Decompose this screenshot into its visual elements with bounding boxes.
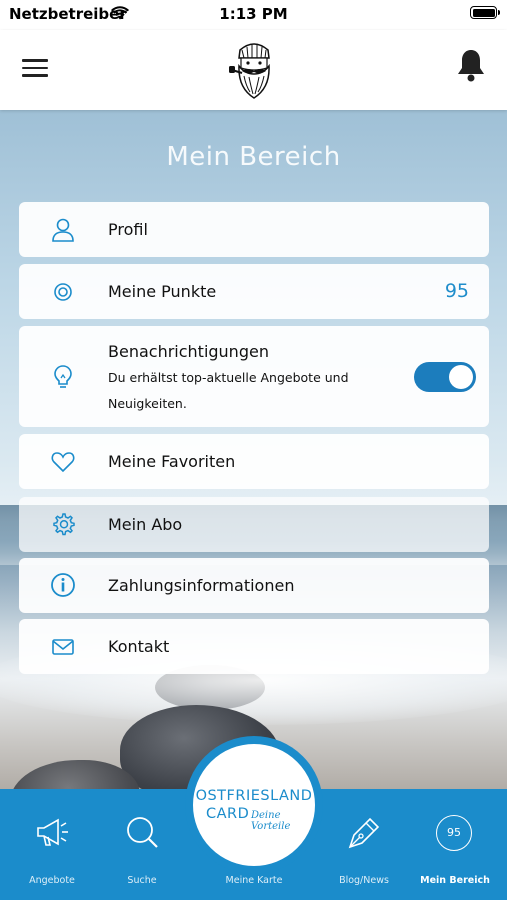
info-icon <box>51 573 75 597</box>
tab-label: Mein Bereich <box>420 875 490 886</box>
page-title: Mein Bereich <box>166 142 341 172</box>
menu-item-label: Profil <box>108 220 148 239</box>
menu-item-label: Benachrichtigungen <box>108 342 269 361</box>
notification-description: Du erhältst top-aktuelle Angebote und Ne… <box>108 370 349 411</box>
menu-item-profil[interactable]: Profil <box>19 202 489 257</box>
tab-blog-news[interactable]: Blog/News <box>324 789 404 900</box>
app-header <box>0 30 507 110</box>
menu-item-zahlungsinformationen[interactable]: Zahlungsinformationen <box>19 558 489 613</box>
megaphone-icon <box>37 818 68 846</box>
menu-item-mein-abo[interactable]: Mein Abo <box>19 497 489 552</box>
card-logo-line2: CARD <box>206 806 250 822</box>
menu-item-label: Meine Punkte <box>108 282 217 301</box>
lightbulb-icon <box>54 365 72 388</box>
tab-angebote[interactable]: Angebote <box>12 789 92 900</box>
menu-item-benachrichtigungen: Benachrichtigungen Du erhältst top-aktue… <box>19 326 489 427</box>
pen-nib-icon <box>348 817 380 849</box>
status-bar: Netzbetreiber 1:13 PM <box>0 0 507 30</box>
notifications-toggle[interactable] <box>414 362 476 392</box>
points-value: 95 <box>444 280 469 302</box>
envelope-icon <box>52 639 74 655</box>
heart-icon <box>51 452 75 473</box>
tab-label: Meine Karte <box>225 875 283 886</box>
battery-icon <box>470 6 500 19</box>
gear-icon <box>53 513 75 536</box>
bell-icon[interactable] <box>456 48 486 82</box>
tab-label: Suche <box>127 875 157 886</box>
card-logo-line1: OSTFRIESLAND <box>195 788 313 804</box>
tab-mein-bereich[interactable]: 95 Mein Bereich <box>415 789 495 900</box>
menu-item-label: Zahlungsinformationen <box>108 576 295 595</box>
bearded-sailor-logo[interactable] <box>228 36 280 100</box>
menu-item-label: Kontakt <box>108 637 170 656</box>
tab-meine-karte[interactable]: OSTFRIESLAND CARD Deine Vorteile <box>190 741 318 869</box>
clock: 1:13 PM <box>219 5 288 23</box>
user-icon <box>52 218 74 242</box>
search-icon <box>127 817 158 848</box>
card-logo-line3: Deine Vorteile <box>251 810 291 832</box>
menu-item-kontakt[interactable]: Kontakt <box>19 619 489 674</box>
menu-item-meine-favoriten[interactable]: Meine Favoriten <box>19 434 489 489</box>
menu-item-label: Mein Abo <box>108 515 183 534</box>
points-badge: 95 <box>436 815 472 851</box>
hamburger-menu-icon[interactable] <box>22 59 48 79</box>
tab-label: Blog/News <box>339 875 389 886</box>
tab-label: Angebote <box>29 875 75 886</box>
tab-suche[interactable]: Suche <box>102 789 182 900</box>
target-icon <box>54 283 72 301</box>
menu-item-label: Meine Favoriten <box>108 452 236 471</box>
menu-item-meine-punkte[interactable]: Meine Punkte 95 <box>19 264 489 319</box>
